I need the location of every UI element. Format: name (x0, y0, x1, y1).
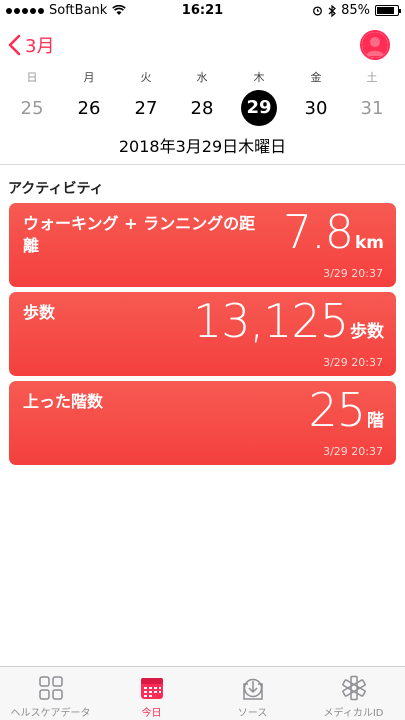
selected-date-label: 2018年3月29日木曜日 (118, 137, 287, 156)
day-number: 27 (134, 98, 158, 119)
day-name: 日 (26, 71, 38, 84)
divider (0, 164, 405, 165)
day-number: 31 (360, 98, 384, 119)
day-name: 金 (310, 71, 322, 84)
card-value-unit: 階 (367, 411, 384, 431)
day-sunday[interactable]: 日 25 (4, 70, 60, 124)
alarm-icon (313, 6, 323, 16)
tab-today[interactable]: 今日 (101, 667, 202, 720)
day-friday[interactable]: 金 30 (288, 70, 344, 124)
bluetooth-icon (328, 4, 337, 17)
day-number: 28 (190, 98, 214, 119)
chevron-left-icon (8, 34, 21, 56)
profile-button[interactable] (360, 30, 390, 60)
status-bar: SoftBank 16:21 85% (0, 0, 405, 22)
section-title: アクティビティ (8, 181, 104, 197)
card-value-unit: km (354, 233, 384, 253)
navigation-bar: 3月 (0, 28, 405, 68)
tab-label: 今日 (141, 708, 162, 719)
card-title: 上った階数 (23, 392, 104, 411)
card-timestamp: 3/29 20:37 (323, 356, 383, 369)
status-right: 85% (312, 3, 401, 18)
day-number: 25 (20, 98, 44, 119)
battery-percent: 85% (341, 3, 370, 18)
card-value-number: 7.8 (282, 205, 354, 259)
day-name: 火 (140, 71, 152, 84)
back-label: 3月 (25, 36, 55, 57)
day-monday[interactable]: 月 26 (61, 70, 117, 124)
day-number: 30 (304, 98, 328, 119)
card-title: 歩数 (23, 303, 56, 322)
tab-medical-id[interactable]: メディカルID (303, 667, 404, 720)
asterisk-icon (341, 675, 366, 701)
calendar-icon (140, 678, 163, 699)
day-name: 土 (366, 71, 378, 84)
day-wednesday[interactable]: 水 28 (174, 70, 230, 124)
card-value-number: 25 (308, 383, 366, 437)
back-button[interactable]: 3月 (8, 32, 54, 58)
tab-label: ソース (237, 708, 268, 719)
card-value: 13,125 歩数 (193, 294, 384, 348)
activity-card-floors[interactable]: 上った階数 25 階 3/29 20:37 (9, 381, 396, 465)
tab-label: ヘルスケアデータ (10, 708, 91, 719)
grid-icon (38, 676, 63, 700)
card-timestamp: 3/29 20:37 (323, 267, 383, 280)
tab-bar: ヘルスケアデータ 今日 ソース メディカルID (0, 666, 405, 720)
week-strip: 日 25 月 26 火 27 水 28 木 29 金 30 土 31 (0, 70, 405, 130)
day-number: 26 (77, 98, 101, 119)
person-icon (362, 32, 388, 58)
card-value: 7.8 km (283, 205, 384, 259)
card-value-unit: 歩数 (350, 322, 384, 342)
day-number: 29 (241, 90, 277, 126)
day-name: 水 (196, 71, 208, 84)
card-value: 25 階 (308, 383, 384, 437)
day-saturday[interactable]: 土 31 (344, 70, 400, 124)
activity-card-distance[interactable]: ウォーキング + ランニングの距 離 7.8 km 3/29 20:37 (9, 203, 396, 287)
activity-card-steps[interactable]: 歩数 13,125 歩数 3/29 20:37 (9, 292, 396, 376)
day-name: 月 (83, 71, 95, 84)
tab-sources[interactable]: ソース (202, 667, 303, 720)
tab-health-data[interactable]: ヘルスケアデータ (0, 667, 101, 720)
tab-label: メディカルID (323, 708, 384, 719)
card-value-number: 13,125 (193, 294, 349, 348)
card-timestamp: 3/29 20:37 (323, 445, 383, 458)
day-thursday-selected[interactable]: 木 29 (231, 70, 287, 126)
battery-icon (375, 5, 401, 16)
download-icon (242, 678, 263, 700)
card-title: ウォーキング + ランニングの距 離 (23, 214, 256, 255)
day-tuesday[interactable]: 火 27 (118, 70, 174, 124)
day-name: 木 (253, 71, 265, 84)
